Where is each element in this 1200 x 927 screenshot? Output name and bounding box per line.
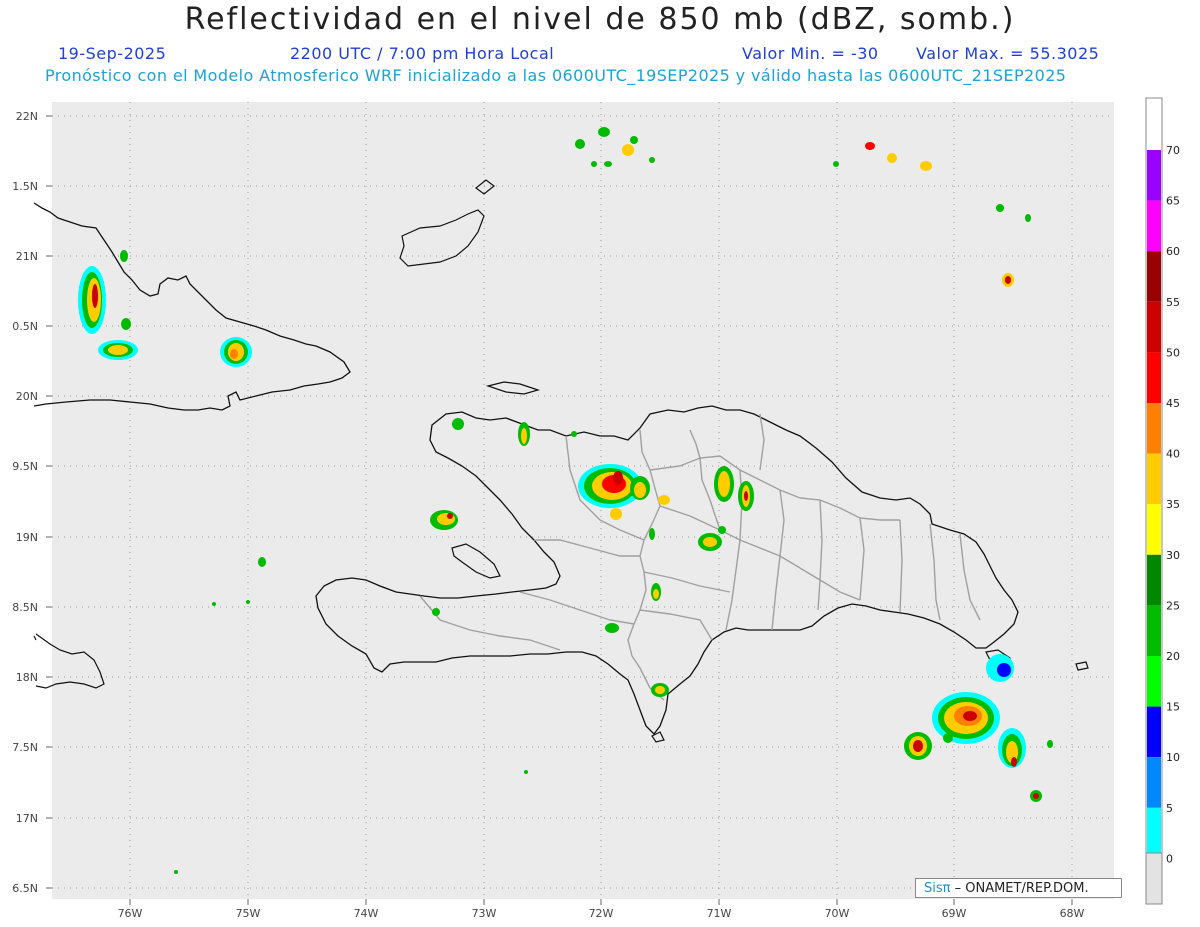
colorbar-swatch xyxy=(1147,251,1161,302)
lon-label: 68W xyxy=(1060,907,1085,920)
colorbar-swatch xyxy=(1147,656,1161,707)
colorbar-swatch xyxy=(1147,200,1161,252)
footer-text: – ONAMET/REP.DOM. xyxy=(950,881,1089,896)
colorbar-label: 35 xyxy=(1166,498,1180,511)
colorbar-swatch xyxy=(1147,706,1161,758)
colorbar-label: 40 xyxy=(1166,448,1180,461)
lon-label: 73W xyxy=(472,907,497,920)
lon-label: 69W xyxy=(942,907,967,920)
colorbar-swatch xyxy=(1147,352,1161,403)
reflectivity-map: 22N 1.5N 21N 0.5N 20N 9.5N 19N 8.5N 18N … xyxy=(12,97,1180,920)
footer-credit: Sisπ – ONAMET/REP.DOM. xyxy=(915,878,1122,898)
lat-label: 19N xyxy=(16,531,38,544)
colorbar-swatch xyxy=(1147,554,1161,606)
jamaica-west xyxy=(33,635,37,641)
colorbar-label: 30 xyxy=(1166,549,1180,562)
colorbar-label: 50 xyxy=(1166,346,1180,359)
colorbar-swatch xyxy=(1147,504,1161,555)
colorbar-label: 5 xyxy=(1166,802,1173,815)
lat-label: 0.5N xyxy=(12,320,38,333)
colorbar-undershoot xyxy=(1145,852,1163,905)
colorbar-label: 65 xyxy=(1166,195,1180,208)
lon-label: 76W xyxy=(118,907,143,920)
colorbar-swatch xyxy=(1147,807,1161,859)
sispi-logo: Sisπ xyxy=(924,881,951,896)
lat-label: 22N xyxy=(16,110,38,123)
lat-label: 6.5N xyxy=(12,882,38,895)
colorbar-label: 45 xyxy=(1166,397,1180,410)
lat-label: 17N xyxy=(16,812,38,825)
lon-label: 72W xyxy=(589,907,614,920)
lat-label: 1.5N xyxy=(12,180,38,193)
lat-label: 18N xyxy=(16,671,38,684)
colorbar-swatch xyxy=(1147,403,1161,454)
lon-label: 70W xyxy=(825,907,850,920)
colorbar-label: 0 xyxy=(1166,852,1173,865)
colorbar-label: 15 xyxy=(1166,701,1180,714)
colorbar-label: 70 xyxy=(1166,144,1180,157)
lat-label: 8.5N xyxy=(12,601,38,614)
lon-label: 75W xyxy=(236,907,261,920)
colorbar-swatch xyxy=(1147,150,1161,201)
lat-label: 21N xyxy=(16,250,38,263)
colorbar-swatch xyxy=(1147,301,1161,353)
latitude-labels: 22N 1.5N 21N 0.5N 20N 9.5N 19N 8.5N 18N … xyxy=(12,110,38,895)
lat-label: 9.5N xyxy=(12,460,38,473)
lon-label: 71W xyxy=(707,907,732,920)
colorbar-label: 55 xyxy=(1166,296,1180,309)
colorbar-label: 10 xyxy=(1166,751,1180,764)
longitude-labels: 76W 75W 74W 73W 72W 71W 70W 69W 68W xyxy=(118,907,1085,920)
lat-label: 7.5N xyxy=(12,741,38,754)
lon-label: 74W xyxy=(354,907,379,920)
colorbar-swatch xyxy=(1147,757,1161,808)
colorbar-label: 20 xyxy=(1166,650,1180,663)
colorbar-label: 60 xyxy=(1166,245,1180,258)
colorbar: 7065605550454035302520151050 xyxy=(1145,97,1180,905)
colorbar-swatch xyxy=(1147,453,1161,505)
colorbar-label: 25 xyxy=(1166,599,1180,612)
map-area xyxy=(52,102,1114,899)
colorbar-swatch xyxy=(1147,605,1161,656)
lat-label: 20N xyxy=(16,390,38,403)
